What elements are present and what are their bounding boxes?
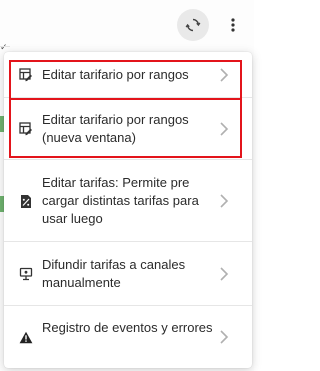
refresh-button[interactable] [177,9,209,41]
more-options-button[interactable] [217,9,249,41]
sync-icon [185,18,201,32]
menu-item-label: Difundir tarifas a canales manualmente [42,257,186,290]
warning-icon [18,329,34,345]
menu-item-label: Editar tarifario por rangos [42,67,189,82]
menu-item-editar-tarifario-nueva-ventana[interactable]: Editar tarifario por rangos (nueva venta… [4,98,252,160]
broadcast-monitor-icon [18,266,34,282]
menu-item-difundir-tarifas[interactable]: Difundir tarifas a canales manualmente [4,242,252,306]
more-vertical-icon [231,18,235,32]
chevron-right-icon [220,122,229,136]
menu-item-label: Registro de eventos y errores [42,320,213,335]
background-divider [0,46,10,47]
context-menu: Editar tarifario por rangos Editar tarif… [4,52,252,368]
chevron-right-icon [220,330,229,344]
chevron-right-icon [220,68,229,82]
menu-item-label: Editar tarifario por rangos (nueva venta… [42,112,189,145]
menu-item-registro-eventos[interactable]: Registro de eventos y errores [4,306,252,368]
chevron-right-icon [220,194,229,208]
menu-item-editar-tarifas[interactable]: Editar tarifas: Permite pre cargar disti… [4,160,252,242]
table-edit-icon [18,67,34,83]
menu-item-editar-tarifario[interactable]: Editar tarifario por rangos [4,52,252,98]
menu-item-label: Editar tarifas: Permite pre cargar disti… [42,175,199,226]
percent-doc-icon [18,193,34,209]
chevron-right-icon [220,267,229,281]
table-edit-icon [18,121,34,137]
